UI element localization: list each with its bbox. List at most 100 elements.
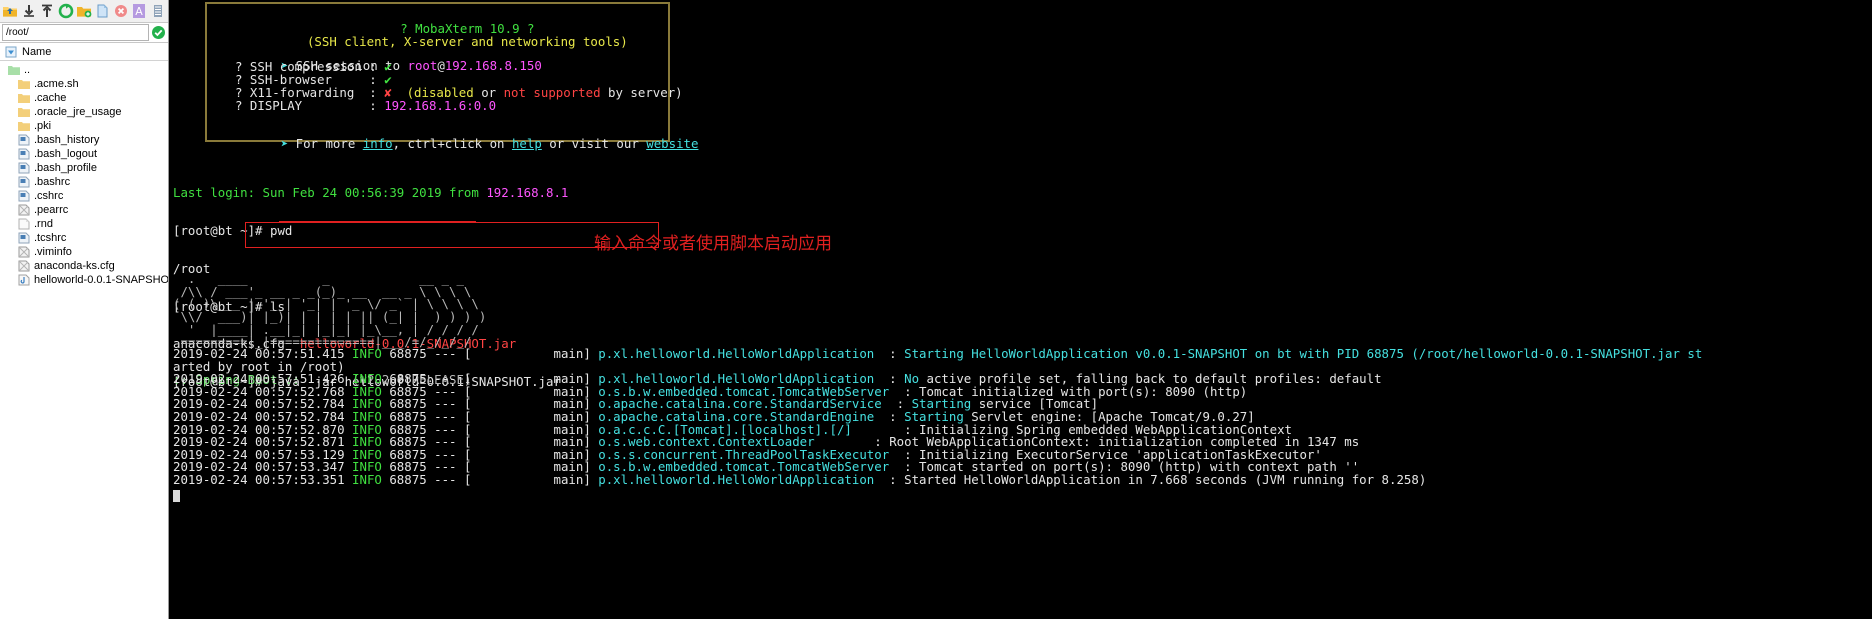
log-logger: p.xl.helloworld.HelloWorldApplication xyxy=(598,346,875,361)
new-folder-icon[interactable] xyxy=(76,3,92,20)
terminal-cursor xyxy=(173,490,180,502)
bullet-icon-2: ➤ xyxy=(280,136,296,151)
spring-ascii-art: . ____ _ __ _ _ /\\ / ___'_ __ _ _(_)_ _… xyxy=(173,271,487,350)
log-sep: --- [ xyxy=(426,346,472,361)
log-colon: : xyxy=(874,471,905,487)
text-mode-icon[interactable]: A xyxy=(131,3,147,20)
file-row[interactable]: .oracle_jre_usage xyxy=(0,105,168,119)
file-text-icon xyxy=(18,190,30,202)
log-sep: --- [ xyxy=(426,471,472,487)
file-jar-icon xyxy=(18,274,30,286)
file-name: .pearrc xyxy=(34,204,69,216)
up-folder-icon[interactable] xyxy=(2,3,18,20)
banner-session-host: 192.168.8.150 xyxy=(444,58,542,73)
file-row[interactable]: .viminfo xyxy=(0,245,168,259)
new-file-icon[interactable] xyxy=(94,3,110,20)
help-link[interactable]: help xyxy=(512,136,542,151)
shell-prompt: [root@bt ~]# xyxy=(173,222,270,238)
log-pid: 68875 xyxy=(381,471,427,487)
file-row[interactable]: .bash_logout xyxy=(0,147,168,161)
banner-at: @ xyxy=(437,58,445,73)
mobaxterm-window: A Name ...acme.sh .cache .oracle_jre_usage… xyxy=(0,0,1872,619)
banner-footer-prefix: For more xyxy=(295,136,363,151)
settings-icon[interactable] xyxy=(150,3,166,20)
log-pid: 68875 xyxy=(381,346,427,361)
sftp-browser-panel: A Name ...acme.sh .cache .oracle_jre_usage… xyxy=(0,0,169,619)
annotation-command-note: 输入命令或者使用脚本启动应用 xyxy=(594,234,832,254)
file-name: .cache xyxy=(34,92,67,104)
file-row[interactable]: .acme.sh xyxy=(0,77,168,91)
log-thread: main] xyxy=(471,346,599,361)
log-thread: main] xyxy=(471,471,599,487)
file-row[interactable]: .tcshrc xyxy=(0,231,168,245)
file-list[interactable]: .. .acme.sh .cache .oracle_jre_usage .pki .ba… xyxy=(0,61,168,619)
file-row[interactable]: .pearrc xyxy=(0,203,168,217)
file-name: anaconda-ks.cfg xyxy=(34,260,115,272)
prompt-line-pwd: [root@bt ~]# pwd xyxy=(173,222,568,238)
delete-icon[interactable] xyxy=(113,3,129,20)
file-row[interactable]: .cache xyxy=(0,91,168,105)
log-level: INFO xyxy=(352,471,382,487)
terminal-panel[interactable]: ? MobaXterm 10.9 ? (SSH client, X-server… xyxy=(169,0,1872,619)
file-name: .acme.sh xyxy=(34,78,79,90)
folder-icon xyxy=(18,120,30,132)
website-link[interactable]: website xyxy=(646,136,698,151)
file-text-icon xyxy=(18,162,30,174)
banner-footer-mid2: or visit our xyxy=(541,136,647,151)
folder-up-icon xyxy=(8,64,20,76)
last-login-label: Last login: Sun Feb 24 00:56:39 2019 fro… xyxy=(173,185,487,201)
banner-footer-mid: , ctrl+click on xyxy=(392,136,512,151)
file-text-icon xyxy=(18,134,30,146)
ok-check-icon[interactable] xyxy=(151,25,166,40)
file-row[interactable]: .. xyxy=(0,63,168,77)
file-text-icon xyxy=(18,148,30,160)
spring-log-output: 2019-02-24 00:57:51.415 INFO 68875 --- [… xyxy=(173,346,1703,487)
folder-icon xyxy=(18,106,30,118)
log-message: Starting HelloWorldApplication v0.0.1-SN… xyxy=(904,346,1703,361)
mobaxterm-banner: ? MobaXterm 10.9 ? (SSH client, X-server… xyxy=(205,2,698,150)
file-name: .cshrc xyxy=(34,190,64,202)
banner-row-value: 192.168.1.6:0.0 xyxy=(384,98,497,113)
banner-row-label: ? DISPLAY : xyxy=(235,98,385,113)
log-line: 2019-02-24 00:57:51.415 INFO 68875 --- [… xyxy=(173,346,1703,361)
note-close: by server) xyxy=(600,85,683,100)
file-name: .bash_profile xyxy=(34,162,97,174)
file-row[interactable]: .bash_profile xyxy=(0,161,168,175)
file-row[interactable]: .bashrc xyxy=(0,175,168,189)
file-unknown-icon xyxy=(18,204,30,216)
command-pwd: pwd xyxy=(269,222,293,238)
path-input[interactable] xyxy=(2,24,149,41)
refresh-icon[interactable] xyxy=(57,3,73,20)
file-blank-icon xyxy=(18,218,30,230)
file-text-icon xyxy=(18,176,30,188)
file-name: .tcshrc xyxy=(34,232,67,244)
upload-icon[interactable] xyxy=(39,3,55,20)
last-login-host: 192.168.8.1 xyxy=(486,185,569,201)
column-header-name[interactable]: Name xyxy=(0,43,168,61)
file-row[interactable]: .pki xyxy=(0,119,168,133)
file-name: .bash_history xyxy=(34,134,100,146)
log-level: INFO xyxy=(352,346,382,361)
log-message: Started HelloWorldApplication in 7.668 s… xyxy=(904,471,1427,487)
file-row[interactable]: .cshrc xyxy=(0,189,168,203)
file-name: .viminfo xyxy=(34,246,72,258)
file-unknown-icon xyxy=(18,260,30,272)
path-bar xyxy=(0,23,168,43)
file-name: .rnd xyxy=(34,218,53,230)
svg-text:A: A xyxy=(136,5,144,18)
log-colon: : xyxy=(874,346,905,361)
log-timestamp: 2019-02-24 00:57:53.351 xyxy=(173,471,353,487)
banner-session-user: root xyxy=(407,58,438,73)
file-row[interactable]: anaconda-ks.cfg xyxy=(0,259,168,273)
note-red: not supported xyxy=(503,85,601,100)
file-row[interactable]: helloworld-0.0.1-SNAPSHOT.jar xyxy=(0,273,168,287)
folder-icon xyxy=(18,78,30,90)
file-name: .oracle_jre_usage xyxy=(34,106,122,118)
log-logger: p.xl.helloworld.HelloWorldApplication xyxy=(598,471,875,487)
column-header-label: Name xyxy=(22,45,52,58)
file-name: .pki xyxy=(34,120,52,132)
banner-footer-info[interactable]: info xyxy=(363,136,393,151)
file-row[interactable]: .rnd xyxy=(0,217,168,231)
file-row[interactable]: .bash_history xyxy=(0,133,168,147)
download-icon[interactable] xyxy=(20,3,36,20)
